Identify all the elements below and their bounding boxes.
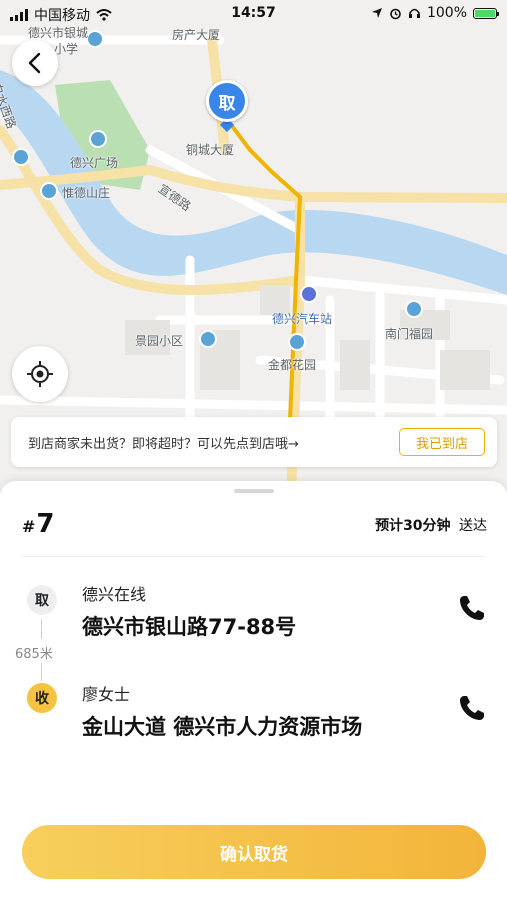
route-connector-line <box>41 663 42 681</box>
status-bar: 中国移动 14:57 100% <box>0 0 507 28</box>
delivery-eta: 预计30分钟 送达 <box>375 515 487 535</box>
map-label-realestate: 房产大厦 <box>172 28 221 42</box>
eta-time: 30分钟 <box>403 518 451 534</box>
map-label-weide: 惟德山庄 <box>62 186 111 200</box>
headphones-icon <box>408 8 420 18</box>
locate-me-button[interactable] <box>12 346 68 402</box>
pickup-to-dropoff-distance: 685米 <box>15 647 53 662</box>
bank-poi-icon <box>86 30 104 48</box>
nanmen-poi-icon <box>405 300 423 318</box>
map-label-school: 小学 <box>54 42 79 56</box>
order-number-value: 7 <box>36 509 55 539</box>
pickup-badge: 取 <box>27 585 57 615</box>
square-poi-icon <box>89 130 107 148</box>
battery-percent: 100% <box>426 5 467 21</box>
location-arrow-icon <box>371 8 382 18</box>
map-label-bus-station: 德兴汽车站 <box>272 312 333 326</box>
eta-prefix: 预计 <box>375 518 404 534</box>
eta-suffix: 送达 <box>459 518 487 534</box>
map-label-jindu: 金都花园 <box>268 358 317 372</box>
back-button[interactable] <box>12 40 58 86</box>
sheet-drag-handle[interactable] <box>234 489 274 493</box>
divider <box>22 556 485 557</box>
arrival-notice-text: 到店商家未出货？即将超时？可以先点到店哦→ <box>28 437 299 452</box>
battery-icon <box>473 7 499 19</box>
pickup-store-name: 德兴在线 <box>82 585 147 604</box>
map-label-jingyuan: 景园小区 <box>135 334 184 348</box>
arrival-notice-bar: 到店商家未出货？即将超时？可以先点到店哦→ 我已到店 <box>11 417 497 467</box>
order-detail-sheet: #7 预计30分钟 送达 取 德兴在线 德兴市银山路77-88号 685米 收 … <box>0 481 507 900</box>
crosshair-icon <box>27 361 53 387</box>
alarm-icon <box>390 8 401 19</box>
villa-poi-icon <box>40 182 58 200</box>
dropoff-address: 金山大道 德兴市人力资源市场 <box>82 715 363 739</box>
route-connector-line <box>41 619 42 639</box>
jingyuan-poi-icon <box>199 330 217 348</box>
dropoff-badge: 收 <box>27 683 57 713</box>
poi-icon <box>12 148 30 166</box>
pickup-location-marker[interactable]: 取 <box>206 80 248 122</box>
call-customer-phone-icon[interactable] <box>457 693 487 723</box>
chevron-left-icon <box>28 52 41 74</box>
map-label-dexing-square: 德兴广场 <box>70 156 119 170</box>
arrived-at-store-button[interactable]: 我已到店 <box>399 428 485 456</box>
map-label-nanmen: 南门福园 <box>385 327 434 341</box>
call-store-phone-icon[interactable] <box>457 593 487 623</box>
jindu-poi-icon <box>288 333 306 351</box>
map-label-tongcheng: 铜城大厦 <box>186 143 235 157</box>
customer-name: 廖女士 <box>82 685 131 704</box>
bus-station-icon <box>300 285 318 303</box>
confirm-pickup-button[interactable]: 确认取货 <box>22 825 486 879</box>
order-number: #7 <box>22 509 55 539</box>
pickup-address: 德兴市银山路77-88号 <box>82 615 297 639</box>
order-hash: # <box>22 517 36 536</box>
